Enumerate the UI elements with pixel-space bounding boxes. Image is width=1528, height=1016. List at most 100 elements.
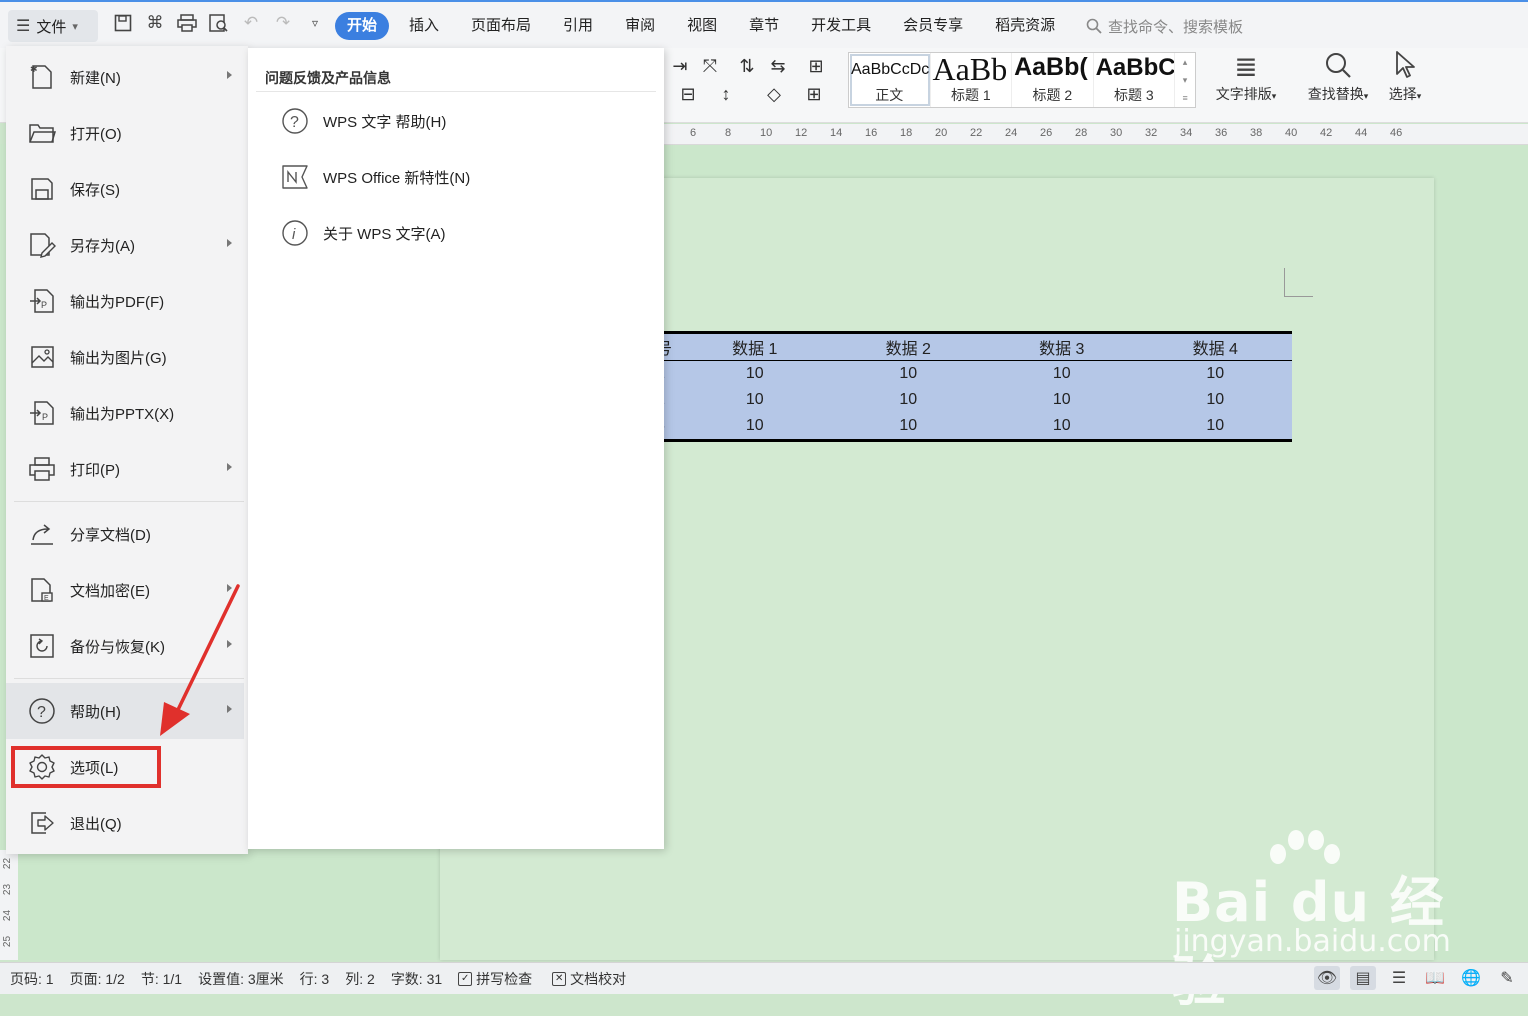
table-cell[interactable]: 10	[678, 413, 832, 441]
expand-gallery-icon[interactable]: ≡	[1182, 93, 1187, 103]
horizontal-ruler[interactable]: 6 8 10 12 14 16 18 20 22 24 26 28 30 32 34 36 38 40 42 44 46	[664, 124, 1528, 145]
submenu-item-new-features[interactable]: WPS Office 新特性(N)	[248, 149, 664, 205]
find-replace-button[interactable]: 查找替换▾	[1300, 50, 1376, 104]
file-menu-button[interactable]: ☰ 文件 ▾	[8, 10, 98, 42]
tab-docer[interactable]: 稻壳资源	[979, 12, 1071, 40]
style-sample: AaBb(	[1014, 53, 1088, 81]
magnifier-icon	[1300, 50, 1376, 84]
table-cell[interactable]: 10	[1139, 413, 1293, 441]
tab-page-layout[interactable]: 页面布局	[455, 12, 547, 40]
ruler-tick-label: 44	[1355, 127, 1368, 139]
save-icon[interactable]	[112, 12, 134, 34]
undo-icon[interactable]: ↶	[240, 12, 262, 34]
tab-references[interactable]: 引用	[547, 12, 609, 40]
submenu-item-wps-help[interactable]: ? WPS 文字 帮助(H)	[248, 93, 664, 149]
file-menu-item-open[interactable]: 打开(O)	[6, 105, 244, 161]
submenu-item-about[interactable]: i 关于 WPS 文字(A)	[248, 205, 664, 261]
table-cell[interactable]: 10	[985, 387, 1139, 413]
tab-developer[interactable]: 开发工具	[795, 12, 887, 40]
ruler-tick-label: 12	[795, 127, 808, 139]
select-button[interactable]: 选择▾	[1380, 50, 1430, 104]
style-heading-3[interactable]: AaBbC 标题 3	[1094, 53, 1176, 107]
file-menu-item-export-image[interactable]: 输出为图片(G)	[6, 329, 244, 385]
status-pages[interactable]: 页面: 1/2	[70, 969, 125, 989]
data-table[interactable]: 号 数据 1 数据 2 数据 3 数据 4 1 10 10 10 10 2 10…	[656, 331, 1292, 442]
pen-icon[interactable]: ✎	[1494, 966, 1520, 990]
style-name: 标题 2	[1032, 87, 1073, 103]
tab-member[interactable]: 会员专享	[887, 12, 979, 40]
file-menu-item-exit[interactable]: 退出(Q)	[6, 795, 244, 851]
web-view-icon[interactable]: 🌐	[1458, 966, 1484, 990]
customize-toolbar-icon[interactable]: ▿	[304, 12, 326, 34]
chevron-up-icon[interactable]: ▴	[1183, 57, 1188, 68]
print-icon[interactable]	[176, 12, 198, 34]
file-menu-item-save-as[interactable]: 另存为(A)	[6, 217, 244, 273]
text-direction-icon[interactable]: ⤧	[698, 54, 722, 78]
pptx-export-icon: P	[28, 399, 56, 427]
file-menu-item-print[interactable]: 打印(P)	[6, 441, 244, 497]
indent-icon[interactable]: ⇥	[668, 54, 692, 78]
table-header-cell[interactable]: 数据 1	[678, 333, 832, 361]
tab-insert[interactable]: 插入	[393, 12, 455, 40]
ruler-tick-label: 10	[760, 127, 773, 139]
table-cell[interactable]: 10	[678, 387, 832, 413]
save-as-icon	[28, 231, 56, 259]
spell-check-button[interactable]: ✓ 拼写检查	[458, 969, 532, 989]
distribute-icon[interactable]: ⊟	[676, 82, 700, 106]
file-menu-label: 帮助(H)	[70, 703, 121, 721]
tab-view[interactable]: 视图	[671, 12, 733, 40]
proofread-button[interactable]: ✕ 文档校对	[552, 969, 626, 989]
line-swap-icon[interactable]: ⇆	[766, 54, 790, 78]
lock-doc-icon: E	[28, 576, 56, 604]
cursor-arrow-icon	[1380, 50, 1430, 84]
file-menu-label: 新建(N)	[70, 69, 121, 87]
save-icon	[28, 175, 56, 203]
outline-view-icon[interactable]: ☰	[1386, 966, 1412, 990]
eye-protection-icon[interactable]: 👁	[1314, 966, 1340, 990]
table-cell[interactable]: 10	[1139, 361, 1293, 388]
folder-icon	[28, 119, 56, 147]
status-word-count[interactable]: 字数: 31	[391, 969, 442, 989]
table-header-cell[interactable]: 数据 2	[832, 333, 986, 361]
style-heading-1[interactable]: AaBb 标题 1	[931, 53, 1013, 107]
style-heading-2[interactable]: AaBb( 标题 2	[1012, 53, 1094, 107]
table-cell[interactable]: 10	[985, 413, 1139, 441]
redo-icon[interactable]: ↷	[272, 12, 294, 34]
file-menu-label: 输出为PPTX(X)	[70, 405, 175, 423]
ruler-tick-label: 22	[2, 857, 14, 870]
table-header-cell[interactable]: 数据 3	[985, 333, 1139, 361]
table-header-cell[interactable]: 数据 4	[1139, 333, 1293, 361]
text-layout-button[interactable]: ≣ 文字排版▾	[1208, 50, 1284, 104]
file-menu-item-save[interactable]: 保存(S)	[6, 161, 244, 217]
chevron-down-icon[interactable]: ▾	[1183, 75, 1188, 86]
vertical-ruler[interactable]: 22 23 24 25	[0, 850, 18, 960]
shading-icon[interactable]: ◇	[762, 82, 786, 106]
print-preview-icon[interactable]	[208, 12, 230, 34]
command-search[interactable]: 查找命令、搜索模板	[1086, 12, 1243, 40]
file-menu-item-new[interactable]: ✱ 新建(N)	[6, 49, 244, 105]
file-menu-item-export-pptx[interactable]: P 输出为PPTX(X)	[6, 385, 244, 441]
line-spacing-icon[interactable]: ↕	[714, 82, 738, 106]
exit-icon	[28, 809, 56, 837]
tab-review[interactable]: 审阅	[609, 12, 671, 40]
table-cell[interactable]: 10	[832, 361, 986, 388]
tab-home[interactable]: 开始	[335, 12, 390, 40]
style-scroll[interactable]: ▴ ▾ ≡	[1175, 53, 1195, 107]
table-cell[interactable]: 10	[678, 361, 832, 388]
reading-view-icon[interactable]: 📖	[1422, 966, 1448, 990]
ruler-tick-label: 23	[2, 883, 14, 896]
page-view-icon[interactable]: ▤	[1350, 966, 1376, 990]
table-cell[interactable]: 10	[985, 361, 1139, 388]
file-menu-item-share[interactable]: 分享文档(D)	[6, 506, 244, 562]
file-menu-item-export-pdf[interactable]: P 输出为PDF(F)	[6, 273, 244, 329]
svg-text:P: P	[42, 412, 48, 422]
borders-icon[interactable]: ⊞	[802, 82, 826, 106]
table-cell[interactable]: 10	[832, 413, 986, 441]
tab-chapter[interactable]: 章节	[733, 12, 795, 40]
ruler-toggle-icon[interactable]: ⊞	[804, 54, 828, 78]
style-normal[interactable]: AaBbCcDc 正文	[849, 53, 931, 107]
sort-icon[interactable]: ⇅	[735, 54, 759, 78]
table-cell[interactable]: 10	[1139, 387, 1293, 413]
table-cell[interactable]: 10	[832, 387, 986, 413]
format-painter-icon[interactable]: ⌘	[144, 12, 166, 34]
